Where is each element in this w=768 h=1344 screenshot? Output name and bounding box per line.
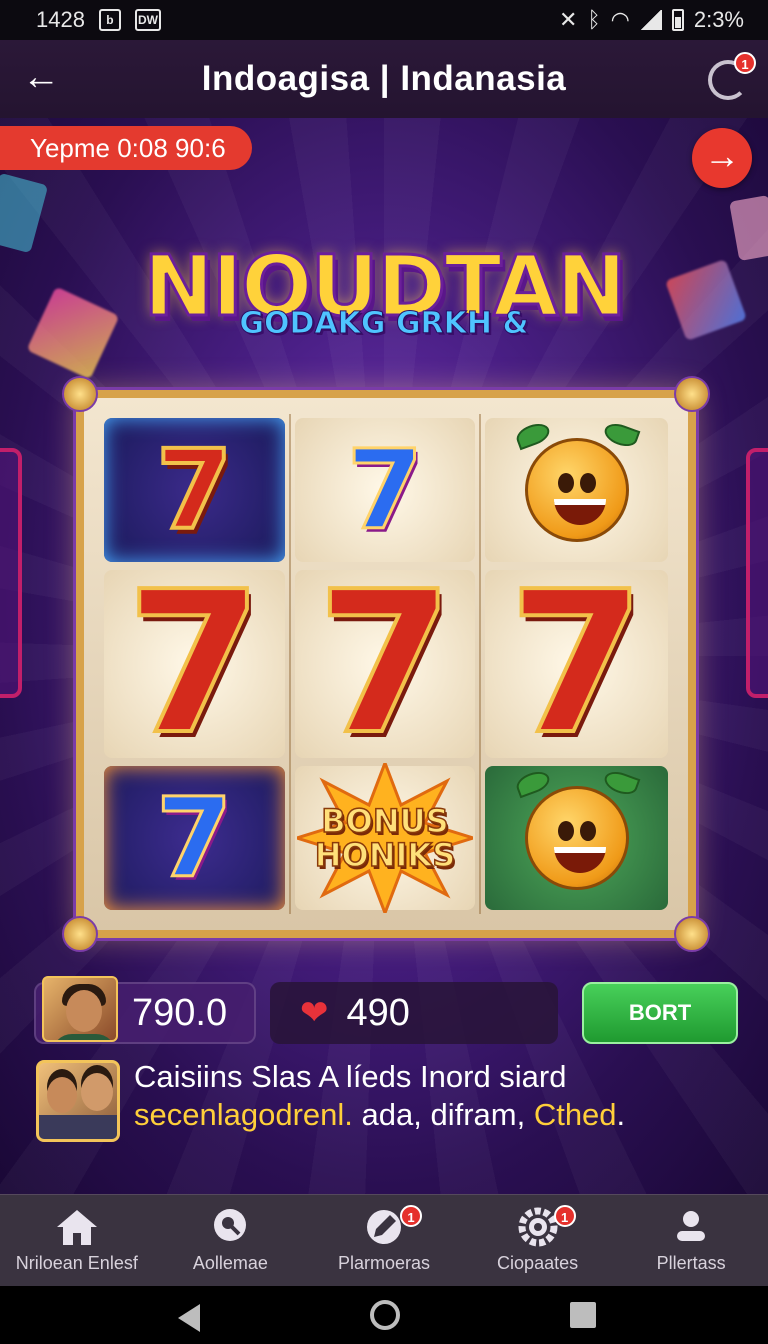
bonus-symbol: BONUS HONIKS	[296, 763, 473, 913]
nav-label: Ciopaates	[497, 1253, 579, 1273]
reel-cell: 7	[100, 762, 291, 914]
player-row: 790.0 ❤ 490 BORT	[34, 976, 738, 1044]
background-machine-right	[746, 448, 768, 698]
orange-face-symbol	[513, 419, 641, 542]
status-time: 1428	[36, 7, 85, 32]
reel-cell: 7	[291, 414, 482, 566]
chat-message: Caisiins Slas A líeds Inord siard secenl…	[36, 1058, 736, 1144]
wifi-icon: ◠	[610, 7, 630, 32]
seven-symbol: 7	[506, 550, 646, 778]
battery-percent: 2:3%	[693, 7, 744, 32]
seven-symbol: 7	[155, 774, 235, 902]
page-title: Indoagisa | Indanasia	[201, 59, 567, 98]
nav-label: Plarmoeras	[337, 1253, 430, 1273]
heart-icon: ❤	[300, 994, 329, 1032]
nav-label: Aollemae	[192, 1253, 268, 1273]
signal-icon	[639, 10, 662, 30]
notification-icon: b	[98, 9, 121, 31]
frame-ornament	[62, 916, 98, 952]
reel-cell: 7	[100, 550, 291, 778]
nav-label: Pllertass	[656, 1253, 726, 1273]
background-machine-left	[0, 448, 22, 698]
lives-value: 490	[346, 991, 410, 1034]
bonus-line-1: BONUS	[321, 802, 450, 840]
chat-avatar[interactable]	[36, 1060, 120, 1142]
battery-icon	[671, 9, 684, 31]
system-recents-icon[interactable]	[570, 1302, 596, 1328]
bottom-nav: Nriloean Enlesf Aollemae 1 Plarmoeras 1 …	[0, 1194, 768, 1286]
orange-face-symbol	[513, 767, 641, 890]
slot-reels[interactable]: 7 7 7 7 7 7 BONUS HONIKS	[62, 376, 710, 952]
system-nav-bar	[0, 1286, 768, 1344]
profile-icon	[677, 1211, 706, 1241]
chat-line-1: Caisiins Slas A líeds Inord siard	[134, 1059, 567, 1094]
status-bar: 1428 b DW ✕ ᛒ ◠ 2:3%	[0, 0, 768, 40]
game-logo: NIOUDTAN GODAKG GRKH &	[130, 237, 638, 342]
system-back-icon[interactable]	[178, 1304, 200, 1332]
settings-icon	[518, 1207, 558, 1247]
refresh-icon[interactable]: 1	[708, 52, 756, 100]
player-avatar[interactable]	[42, 976, 118, 1042]
bluetooth-icon: ᛒ	[587, 7, 601, 32]
nav-item-home[interactable]: Nriloean Enlesf	[0, 1195, 154, 1286]
seven-symbol: 7	[124, 550, 264, 778]
reel-cell	[481, 414, 672, 566]
notification-badge: 1	[399, 1205, 422, 1227]
seven-symbol: 7	[345, 426, 425, 554]
seven-symbol: 7	[315, 550, 455, 778]
back-arrow-icon[interactable]: ←	[20, 58, 62, 100]
home-icon	[56, 1210, 97, 1245]
app-header: ← Indoagisa | Indanasia 1	[0, 40, 768, 118]
notification-badge: 1	[553, 1205, 576, 1227]
score-box: 790.0	[34, 976, 256, 1044]
nav-item-profile[interactable]: Pllertass	[614, 1195, 768, 1286]
lives-box: ❤ 490	[270, 982, 558, 1044]
frame-ornament	[674, 916, 710, 952]
system-home-icon[interactable]	[370, 1300, 400, 1330]
frame-ornament	[62, 376, 98, 412]
chat-line-2: secenlagodrenl. ada, difram, Cthed.	[134, 1097, 626, 1132]
forward-arrow-icon[interactable]: →	[692, 128, 752, 188]
mute-icon: ✕	[559, 7, 578, 32]
notification-badge: 1	[734, 52, 756, 74]
reel-cell: BONUS HONIKS	[291, 762, 482, 914]
frame-ornament	[674, 376, 710, 412]
reel-cell: 7	[481, 550, 672, 778]
nav-label: Nriloean Enlesf	[15, 1253, 138, 1273]
chat-text: Caisiins Slas A líeds Inord siard secenl…	[134, 1058, 734, 1134]
reel-cell: 7	[291, 550, 482, 778]
timer-pill[interactable]: Yepme 0:08 90:6	[0, 126, 252, 170]
bort-button[interactable]: BORT	[582, 982, 738, 1044]
app-notification-icon: DW	[134, 9, 161, 31]
nav-item-search[interactable]: Aollemae	[154, 1195, 308, 1286]
score-value: 790.0	[132, 991, 228, 1034]
nav-item-edit[interactable]: 1 Plarmoeras	[307, 1195, 461, 1286]
nav-item-settings[interactable]: 1 Ciopaates	[461, 1195, 615, 1286]
reel-grid: 7 7 7 7 7 7 BONUS HONIKS	[100, 414, 672, 914]
reel-cell	[481, 762, 672, 914]
reel-cell: 7	[100, 414, 291, 566]
seven-symbol: 7	[154, 426, 235, 554]
bonus-line-2: HONIKS	[314, 836, 456, 874]
search-icon	[214, 1209, 247, 1241]
